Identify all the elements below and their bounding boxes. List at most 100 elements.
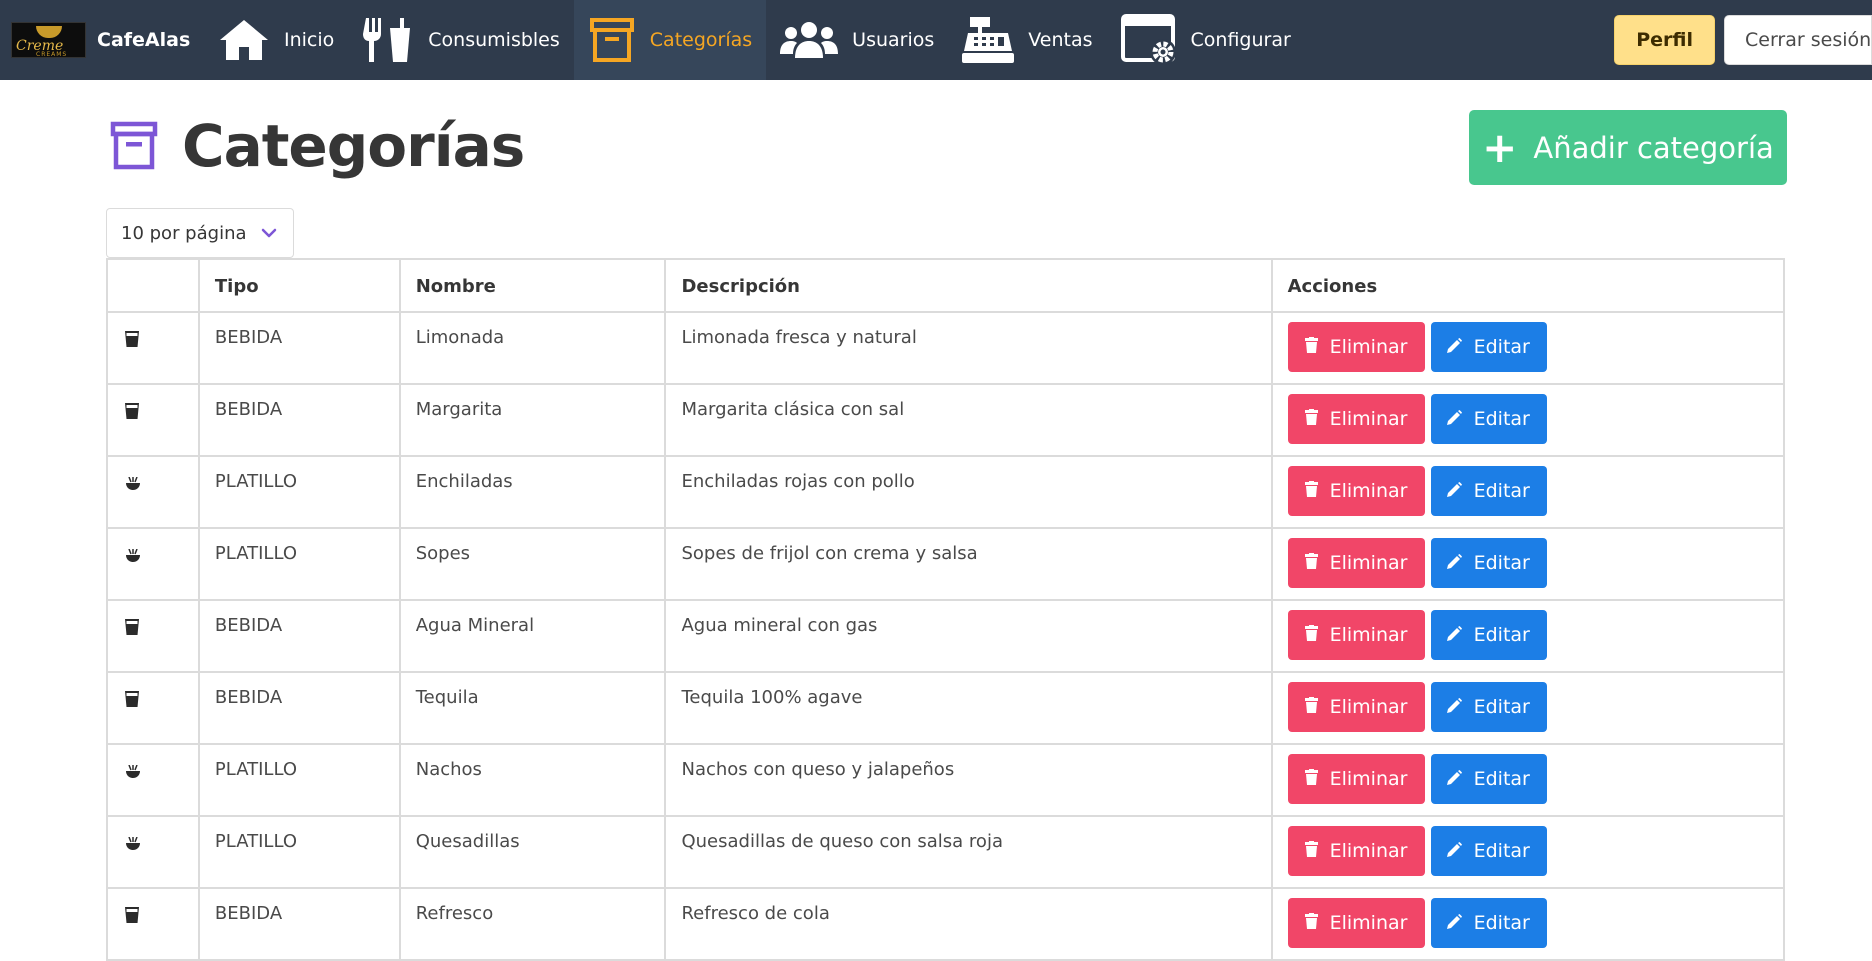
bowl-icon <box>125 763 141 784</box>
edit-button[interactable]: Editar <box>1430 610 1547 660</box>
delete-button[interactable]: Eliminar <box>1287 754 1425 804</box>
users-icon <box>780 22 839 58</box>
delete-button[interactable]: Eliminar <box>1287 826 1425 876</box>
edit-label: Editar <box>1473 840 1530 862</box>
edit-button[interactable]: Editar <box>1430 466 1547 516</box>
row-type-icon-cell <box>106 815 200 889</box>
cash-register-icon <box>962 17 1015 63</box>
row-type-icon-cell <box>106 671 200 745</box>
profile-button[interactable]: Perfil <box>1614 15 1715 65</box>
pencil-icon <box>1446 480 1474 502</box>
nav-label-usuarios: Usuarios <box>852 29 935 51</box>
trash-icon <box>1304 840 1330 862</box>
cell-descripcion: Tequila 100% agave <box>664 671 1273 745</box>
cell-acciones: Eliminar Editar <box>1270 671 1786 745</box>
edit-button[interactable]: Editar <box>1430 538 1547 588</box>
cell-tipo: BEBIDA <box>197 599 401 673</box>
cell-descripcion: Refresco de cola <box>664 887 1273 961</box>
trash-icon <box>1304 624 1330 646</box>
glass-icon <box>125 403 139 424</box>
brand[interactable]: Creme CREAMS CafeAlas <box>0 0 204 80</box>
delete-label: Eliminar <box>1329 768 1408 790</box>
delete-label: Eliminar <box>1329 840 1408 862</box>
cell-nombre: Quesadillas <box>398 815 667 889</box>
table-header-row: Tipo Nombre Descripción Acciones <box>106 258 1786 313</box>
page-title: Categorías <box>182 112 525 180</box>
cell-descripcion: Enchiladas rojas con pollo <box>664 455 1273 529</box>
home-icon <box>220 20 268 60</box>
nav-item-categorias[interactable]: Categorías <box>573 0 767 80</box>
cell-tipo: BEBIDA <box>197 383 401 457</box>
bowl-icon <box>125 835 141 856</box>
add-category-label: Añadir categoría <box>1533 130 1774 165</box>
row-type-icon-cell <box>106 743 200 817</box>
edit-label: Editar <box>1473 480 1530 502</box>
column-header-acciones: Acciones <box>1270 258 1786 313</box>
row-type-icon-cell <box>106 887 200 961</box>
cell-nombre: Margarita <box>398 383 667 457</box>
delete-label: Eliminar <box>1329 624 1408 646</box>
nav-label-categorias: Categorías <box>649 29 753 51</box>
edit-button[interactable]: Editar <box>1430 394 1547 444</box>
nav-item-configurar[interactable]: Configurar <box>1107 0 1305 80</box>
cell-acciones: Eliminar Editar <box>1270 599 1786 673</box>
edit-button[interactable]: Editar <box>1430 754 1547 804</box>
column-header-nombre[interactable]: Nombre <box>398 258 667 313</box>
delete-button[interactable]: Eliminar <box>1287 898 1425 948</box>
cell-nombre: Agua Mineral <box>398 599 667 673</box>
per-page-value: 10 por página <box>121 222 247 244</box>
table-row: PLATILLO Sopes Sopes de frijol con crema y… <box>106 527 1786 601</box>
delete-button[interactable]: Eliminar <box>1287 322 1425 372</box>
column-header-tipo[interactable]: Tipo <box>197 258 401 313</box>
delete-label: Eliminar <box>1329 552 1408 574</box>
cell-tipo: PLATILLO <box>197 815 401 889</box>
cell-descripcion: Quesadillas de queso con salsa roja <box>664 815 1273 889</box>
pencil-icon <box>1446 552 1474 574</box>
cell-acciones: Eliminar Editar <box>1270 743 1786 817</box>
table-row: PLATILLO Nachos Nachos con queso y jalapeñ… <box>106 743 1786 817</box>
brand-name: CafeAlas <box>97 29 191 51</box>
cell-nombre: Limonada <box>398 311 667 385</box>
delete-button[interactable]: Eliminar <box>1287 682 1425 732</box>
per-page-select[interactable]: 10 por página <box>106 208 294 258</box>
add-category-button[interactable]: + Añadir categoría <box>1469 110 1787 185</box>
delete-button[interactable]: Eliminar <box>1287 466 1425 516</box>
delete-label: Eliminar <box>1329 408 1408 430</box>
cell-tipo: PLATILLO <box>197 743 401 817</box>
column-header-descripcion[interactable]: Descripción <box>664 258 1273 313</box>
table-row: BEBIDA Margarita Margarita clásica con sal… <box>106 383 1786 457</box>
delete-label: Eliminar <box>1329 336 1408 358</box>
delete-button[interactable]: Eliminar <box>1287 394 1425 444</box>
nav-item-ventas[interactable]: Ventas <box>948 0 1106 80</box>
brand-logo: Creme CREAMS <box>11 22 86 58</box>
trash-icon <box>1304 696 1330 718</box>
edit-button[interactable]: Editar <box>1430 682 1547 732</box>
table-row: BEBIDA Refresco Refresco de cola Eliminar Ed… <box>106 887 1786 961</box>
plus-icon: + <box>1482 122 1518 172</box>
nav-label-consumibles: Consumisbles <box>428 29 560 51</box>
edit-label: Editar <box>1473 912 1530 934</box>
edit-button[interactable]: Editar <box>1430 898 1547 948</box>
window-gear-icon <box>1120 14 1176 65</box>
pencil-icon <box>1446 840 1474 862</box>
cell-nombre: Tequila <box>398 671 667 745</box>
trash-icon <box>1304 336 1330 358</box>
cell-descripcion: Nachos con queso y jalapeños <box>664 743 1273 817</box>
nav-item-inicio[interactable]: Inicio <box>204 0 348 80</box>
delete-button[interactable]: Eliminar <box>1287 610 1425 660</box>
row-type-icon-cell <box>106 599 200 673</box>
edit-button[interactable]: Editar <box>1430 826 1547 876</box>
delete-label: Eliminar <box>1329 696 1408 718</box>
edit-label: Editar <box>1473 696 1530 718</box>
glass-icon <box>125 907 139 928</box>
nav-item-consumibles[interactable]: Consumisbles <box>348 0 574 80</box>
table-row: BEBIDA Limonada Limonada fresca y natural E… <box>106 311 1786 385</box>
nav-label-inicio: Inicio <box>284 29 335 51</box>
delete-button[interactable]: Eliminar <box>1287 538 1425 588</box>
glass-icon <box>125 691 139 712</box>
edit-button[interactable]: Editar <box>1430 322 1547 372</box>
cell-nombre: Nachos <box>398 743 667 817</box>
logout-button[interactable]: Cerrar sesión <box>1724 15 1872 65</box>
chevron-down-icon <box>261 228 276 238</box>
nav-item-usuarios[interactable]: Usuarios <box>766 0 948 80</box>
